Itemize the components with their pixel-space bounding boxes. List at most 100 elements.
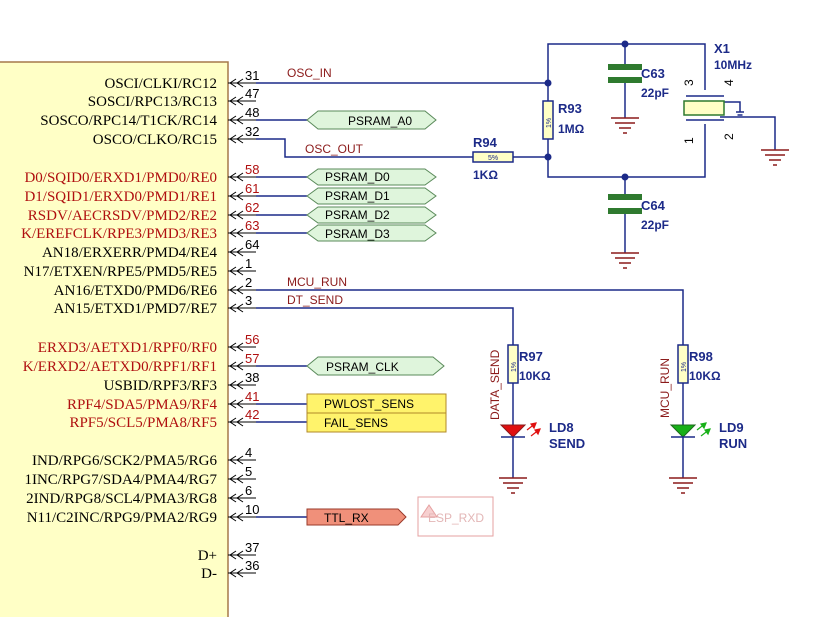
resistor-r94-tolerance: 5% bbox=[488, 155, 498, 162]
capacitor-c63-plate-bottom bbox=[608, 77, 642, 83]
led-ld8-body bbox=[499, 424, 527, 438]
led-ld8-arrows bbox=[526, 422, 541, 437]
crystal-x1-ref: X1 bbox=[714, 41, 730, 56]
ic-pin-number: 36 bbox=[245, 558, 259, 573]
ic-pin-name: N11/C2INC/RPG9/PMA2/RG9 bbox=[27, 510, 217, 526]
crystal-x1-pin1: 1 bbox=[682, 137, 696, 144]
port-psram-d0-label: PSRAM_D0 bbox=[325, 170, 390, 184]
capacitor-c64-value: 22pF bbox=[641, 218, 669, 232]
ic-pin-number: 61 bbox=[245, 181, 259, 196]
ic-pin-number: 3 bbox=[245, 293, 252, 308]
ground-symbol-c64 bbox=[611, 252, 639, 269]
crystal-x1-pin2: 2 bbox=[722, 133, 736, 140]
ground-symbol-x1 bbox=[761, 149, 789, 166]
crystal-x1-pin3: 3 bbox=[682, 79, 696, 86]
led-ld9-value: RUN bbox=[719, 436, 747, 451]
ground-symbol-c63 bbox=[611, 117, 639, 134]
capacitor-c63-plate-top bbox=[608, 64, 642, 70]
wire-osc-out bbox=[256, 138, 473, 158]
ic-pin-name: D- bbox=[201, 566, 217, 582]
ic-pin-name: AN18/ERXERR/PMD4/RE4 bbox=[42, 245, 218, 261]
net-label-osc-in: OSC_IN bbox=[287, 66, 332, 80]
capacitor-c63-ref: C63 bbox=[641, 66, 665, 81]
port-esp-rxd-label: ESP_RXD bbox=[428, 511, 484, 525]
ic-pin-name: RPF5/SCL5/PMA8/RF5 bbox=[69, 415, 217, 431]
ic-pin-number: 38 bbox=[245, 370, 259, 385]
port-psram-d2-label: PSRAM_D2 bbox=[325, 208, 390, 222]
resistor-r94-value: 1KΩ bbox=[473, 168, 498, 182]
ic-pin-name: K/EREFCLK/RPE3/PMD3/RE3 bbox=[21, 226, 217, 242]
ic-pin-number: 58 bbox=[245, 162, 259, 177]
ic-pin-name: USBID/RPF3/RF3 bbox=[104, 378, 217, 394]
ic-pin-number: 48 bbox=[245, 105, 259, 120]
ic-pin-name: D1/SQID1/ERXD0/PMD1/RE1 bbox=[24, 189, 217, 205]
ic-pin-number: 6 bbox=[245, 483, 252, 498]
led-ld9-arrows bbox=[696, 422, 711, 437]
port-psram-clk-label: PSRAM_CLK bbox=[326, 360, 399, 374]
capacitor-c64-plate-bottom bbox=[608, 208, 642, 214]
schematic-canvas: OSCI/CLKI/RC12 31 SOSCI/RPC13/RC13 47 SOSCO/… bbox=[0, 0, 830, 622]
ic-pin-name: SOSCO/RPC14/T1CK/RC14 bbox=[40, 113, 217, 129]
net-label-dt-send: DT_SEND bbox=[287, 293, 343, 307]
ic-pin-name: AN15/ETXD1/PMD7/RE7 bbox=[54, 301, 218, 317]
ic-pin-name: OSCI/CLKI/RC12 bbox=[104, 76, 217, 92]
ic-pin-number: 2 bbox=[245, 275, 252, 290]
ic-pin-number: 31 bbox=[245, 68, 259, 83]
resistor-r97-ref: R97 bbox=[519, 349, 543, 364]
schematic-svg: OSCI/CLKI/RC1231SOSCI/RPC13/RC1347SOSCO/… bbox=[0, 40, 789, 622]
resistor-r98-ref: R98 bbox=[689, 349, 713, 364]
capacitor-c64-plate-top bbox=[608, 194, 642, 200]
junction-dot bbox=[544, 79, 552, 87]
ic-pin-number: 42 bbox=[245, 407, 259, 422]
port-ttl-rx-label: TTL_RX bbox=[324, 511, 369, 525]
resistor-r93-value: 1MΩ bbox=[558, 122, 585, 136]
ic-pin-number: 4 bbox=[245, 445, 252, 460]
ic-pin-name: D+ bbox=[198, 548, 217, 564]
ic-pin-name: 2IND/RPG8/SCL4/PMA3/RG8 bbox=[26, 491, 217, 507]
resistor-r94-ref: R94 bbox=[473, 135, 498, 150]
crystal-x1-value: 10MHz bbox=[714, 58, 752, 72]
net-label-osc-out: OSC_OUT bbox=[305, 142, 364, 156]
ic-pin-number: 64 bbox=[245, 237, 259, 252]
ic-pin-number: 1 bbox=[245, 256, 252, 271]
ic-pin-name: 1INC/RPG7/SDA4/PMA4/RG7 bbox=[24, 472, 217, 488]
ground-symbol-ld9 bbox=[669, 477, 697, 494]
wire-dt-send bbox=[256, 307, 514, 345]
net-label-data-send: DATA_SEND bbox=[488, 349, 502, 420]
ic-pin-name: OSCO/CLKO/RC15 bbox=[93, 132, 217, 148]
ic-pin-number: 5 bbox=[245, 464, 252, 479]
ic-pin-number: 10 bbox=[245, 502, 259, 517]
capacitor-c64-ref: C64 bbox=[641, 198, 666, 213]
led-ld8-value: SEND bbox=[549, 436, 585, 451]
ic-pin-name: ERXD3/AETXD1/RPF0/RF0 bbox=[38, 340, 217, 356]
ground-symbol-ld8 bbox=[499, 477, 527, 494]
resistor-r98-value: 10KΩ bbox=[689, 369, 721, 383]
ic-pin-name: K/ERXD2/AETXD0/RPF1/RF1 bbox=[23, 359, 217, 375]
ic-pin-name: AN16/ETXD0/PMD6/RE6 bbox=[54, 283, 218, 299]
capacitor-c63-value: 22pF bbox=[641, 86, 669, 100]
led-ld8-ref: LD8 bbox=[549, 420, 574, 435]
led-ld9-ref: LD9 bbox=[719, 420, 744, 435]
junction-dot bbox=[621, 40, 629, 48]
junction-dot bbox=[544, 153, 552, 161]
port-psram-d1-label: PSRAM_D1 bbox=[325, 189, 390, 203]
port-psram-a0-label: PSRAM_A0 bbox=[348, 114, 412, 128]
resistor-r93-tolerance: 1% bbox=[546, 118, 553, 128]
ic-pin-name: RSDV/AECRSDV/PMD2/RE2 bbox=[28, 208, 217, 224]
ic-pin-number: 37 bbox=[245, 540, 259, 555]
ic-pin-name: IND/RPG6/SCK2/PMA5/RG6 bbox=[32, 453, 218, 469]
ic-pin-name: D0/SQID0/ERXD1/PMD0/RE0 bbox=[24, 170, 217, 186]
port-fail-sens-label: FAIL_SENS bbox=[324, 416, 388, 430]
ic-pin-number: 63 bbox=[245, 218, 259, 233]
ic-pin-number: 47 bbox=[245, 86, 259, 101]
junction-dot bbox=[621, 173, 629, 181]
ground-symbol-small bbox=[736, 110, 744, 116]
resistor-r97-value: 10KΩ bbox=[519, 369, 551, 383]
ic-pin-name: SOSCI/RPC13/RC13 bbox=[88, 94, 217, 110]
crystal-x1-pin4: 4 bbox=[722, 79, 736, 86]
net-label-mcu-run-vertical: MCU_RUN bbox=[658, 358, 672, 418]
resistor-r98-tolerance: 1% bbox=[681, 362, 688, 372]
ic-pin-number: 57 bbox=[245, 351, 259, 366]
port-psram-d3-label: PSRAM_D3 bbox=[325, 227, 390, 241]
crystal-x1-body bbox=[683, 100, 725, 116]
